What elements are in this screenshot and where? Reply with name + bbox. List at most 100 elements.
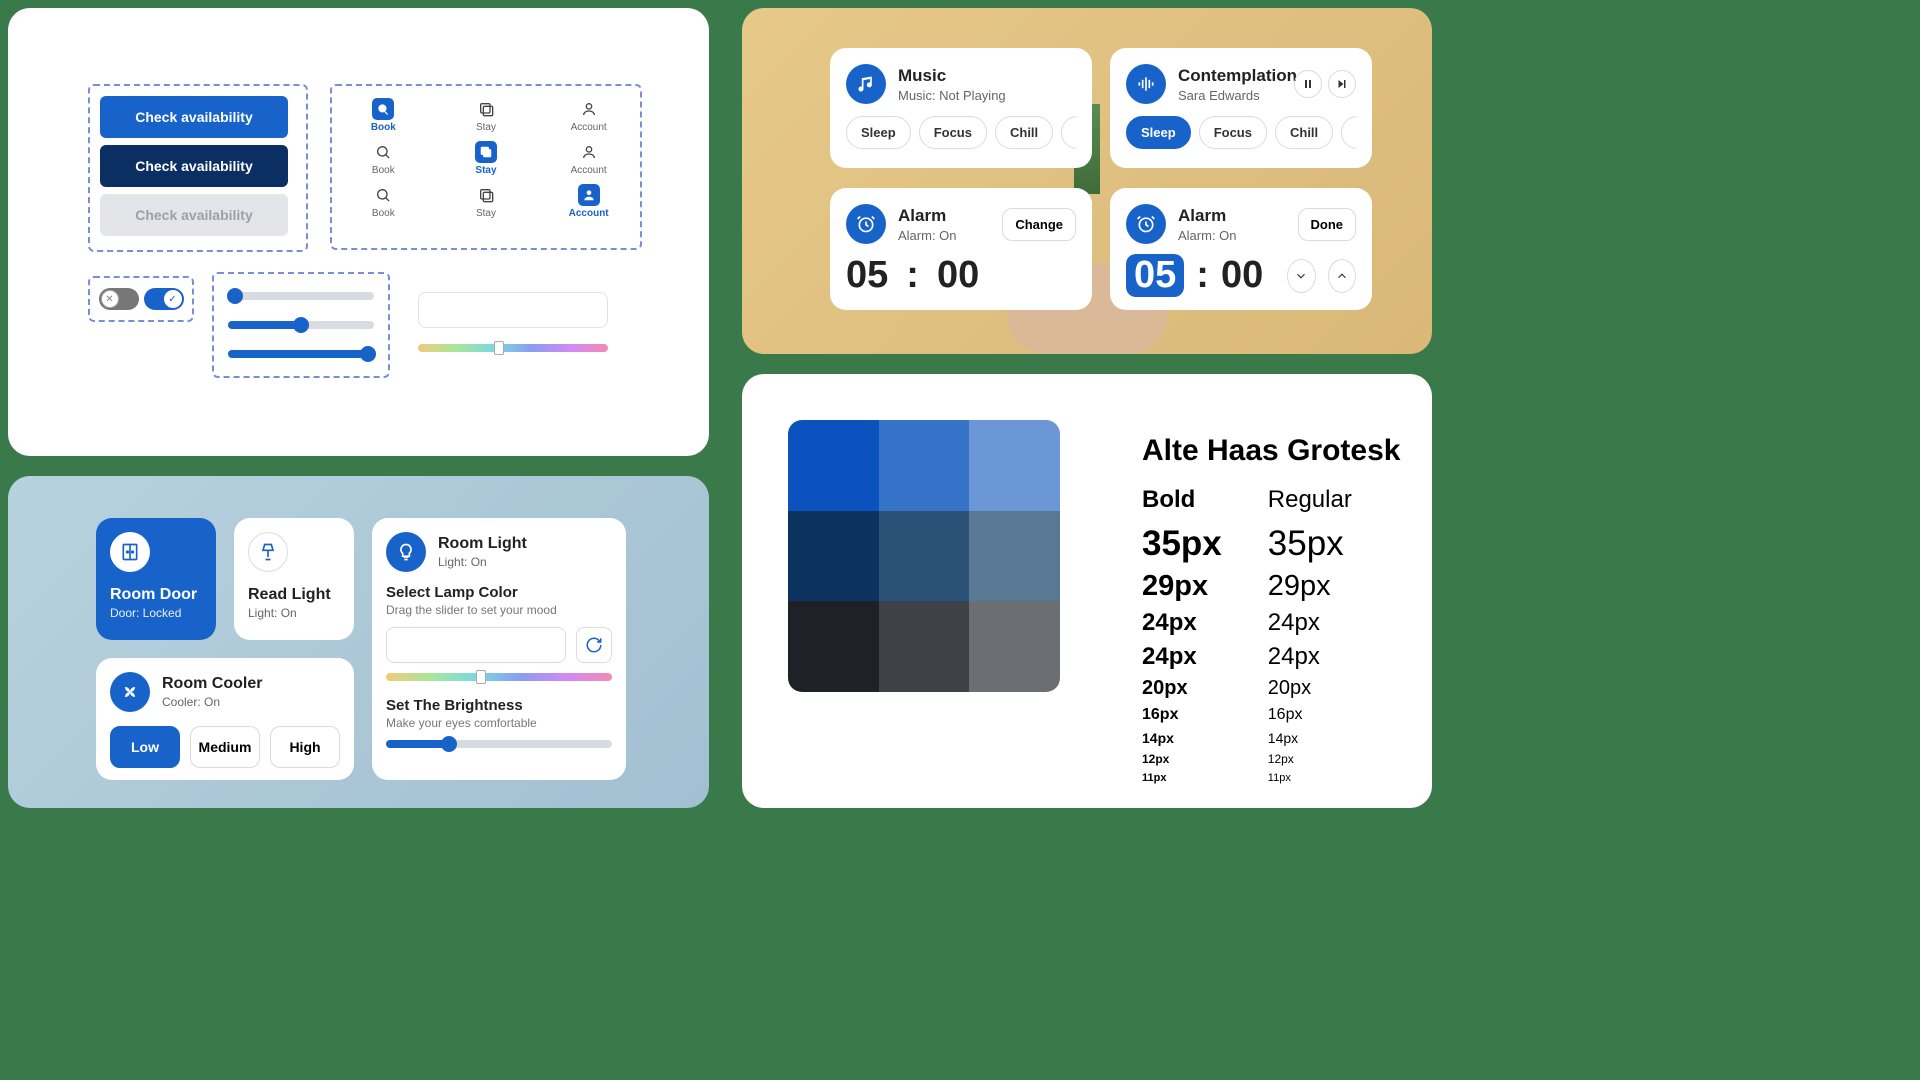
bold-label: Bold: [1142, 486, 1222, 514]
swatch: [879, 511, 970, 602]
chip-calm[interactable]: Calm: [1061, 116, 1076, 149]
chevron-down-icon[interactable]: [1287, 259, 1315, 293]
alarm-icon: [1126, 204, 1166, 244]
contemplation-card: ContemplationSara Edwards Sleep Focus Ch…: [1110, 48, 1372, 168]
time-separator: :: [906, 254, 919, 297]
door-title: Room Door: [110, 586, 202, 604]
nav-stay[interactable]: Stay: [446, 184, 526, 219]
regular-label: Regular: [1268, 486, 1352, 514]
nav-account-active[interactable]: Account: [549, 184, 629, 219]
alarm-minutes: 00: [937, 254, 979, 297]
room-controls-panel: Room Door Door: Locked Read Light Light:…: [8, 476, 709, 808]
swatch: [969, 511, 1060, 602]
brightness-slider[interactable]: [386, 740, 612, 748]
room-light-card: Room LightLight: On Select Lamp Color Dr…: [372, 518, 626, 780]
cooler-high[interactable]: High: [270, 726, 340, 768]
style-guide-panel: Alte Haas Grotesk Bold 35px 29px 24px 24…: [742, 374, 1432, 808]
close-icon: ✕: [101, 290, 119, 308]
swatch: [969, 601, 1060, 692]
alarm-status: Alarm: On: [898, 228, 957, 243]
brightness-sub: Make your eyes comfortable: [386, 716, 612, 730]
nav-account[interactable]: Account: [549, 98, 629, 133]
nav-book[interactable]: Book: [343, 141, 423, 176]
nav-stay[interactable]: Stay: [446, 98, 526, 133]
time-separator: :: [1196, 254, 1209, 297]
chip-sleep-active[interactable]: Sleep: [1126, 116, 1191, 149]
done-button[interactable]: Done: [1298, 208, 1357, 241]
read-light-card[interactable]: Read Light Light: On: [234, 518, 354, 640]
cooler-status: Cooler: On: [162, 695, 262, 709]
typography-spec: Alte Haas Grotesk Bold 35px 29px 24px 24…: [1142, 434, 1400, 790]
door-status: Door: Locked: [110, 606, 202, 620]
nav-book-active[interactable]: Book: [343, 98, 423, 133]
bottom-nav-variants: Book Stay Account Book Stay Account Book…: [330, 84, 642, 250]
next-button[interactable]: [1328, 70, 1356, 98]
slider-mid[interactable]: [228, 321, 374, 329]
room-door-card[interactable]: Room Door Door: Locked: [96, 518, 216, 640]
toggle-off[interactable]: ✕: [99, 288, 139, 310]
alarm-hours-edit[interactable]: 05: [1126, 254, 1184, 297]
read-light-title: Read Light: [248, 586, 340, 604]
room-cooler-card: Room Cooler Cooler: On Low Medium High: [96, 658, 354, 780]
nav-account[interactable]: Account: [549, 141, 629, 176]
bulb-icon: [386, 532, 426, 572]
swatch: [788, 601, 879, 692]
font-family-name: Alte Haas Grotesk: [1142, 434, 1400, 468]
lamp-color-sub: Drag the slider to set your mood: [386, 603, 612, 617]
sound-widgets-panel: Music Music: Not Playing Sleep Focus Chil…: [742, 8, 1432, 354]
door-icon: [110, 532, 150, 572]
read-light-status: Light: On: [248, 606, 340, 620]
swatch: [879, 420, 970, 511]
button-variants-group: Check availability Check availability Ch…: [88, 84, 308, 252]
hue-thumb[interactable]: [476, 670, 486, 684]
change-button[interactable]: Change: [1002, 208, 1076, 241]
alarm-status: Alarm: On: [1178, 228, 1237, 243]
music-card: Music Music: Not Playing Sleep Focus Chil…: [830, 48, 1092, 168]
hue-slider[interactable]: [418, 344, 608, 352]
music-subtitle: Music: Not Playing: [898, 88, 1006, 103]
nav-stay-active[interactable]: Stay: [446, 141, 526, 176]
chip-calm[interactable]: Calm: [1341, 116, 1356, 149]
chevron-up-icon[interactable]: [1328, 259, 1356, 293]
chip-focus[interactable]: Focus: [1199, 116, 1267, 149]
refresh-button[interactable]: [576, 627, 612, 663]
color-input[interactable]: [418, 292, 608, 328]
slider-high[interactable]: [228, 350, 374, 358]
swatch: [969, 420, 1060, 511]
hue-thumb[interactable]: [494, 341, 504, 355]
slider-low[interactable]: [228, 292, 374, 300]
swatch: [788, 511, 879, 602]
lamp-color-input[interactable]: [386, 627, 566, 663]
swatch: [879, 601, 970, 692]
check-availability-button-primary[interactable]: Check availability: [100, 96, 288, 138]
nav-book[interactable]: Book: [343, 184, 423, 219]
alarm-icon: [846, 204, 886, 244]
check-availability-button-dark[interactable]: Check availability: [100, 145, 288, 187]
pause-button[interactable]: [1294, 70, 1322, 98]
swatch: [788, 420, 879, 511]
music-title: Music: [898, 66, 1006, 86]
check-availability-button-disabled: Check availability: [100, 194, 288, 236]
chip-chill[interactable]: Chill: [1275, 116, 1333, 149]
components-panel: Check availability Check availability Ch…: [8, 8, 709, 456]
alarm-card-view: Alarm Alarm: On Change 05 : 00: [830, 188, 1092, 310]
cooler-medium[interactable]: Medium: [190, 726, 260, 768]
lamp-icon: [248, 532, 288, 572]
chip-chill[interactable]: Chill: [995, 116, 1053, 149]
alarm-hours: 05: [846, 254, 888, 297]
cooler-low[interactable]: Low: [110, 726, 180, 768]
check-icon: ✓: [164, 290, 182, 308]
toggle-on[interactable]: ✓: [144, 288, 184, 310]
fan-icon: [110, 672, 150, 712]
chip-sleep[interactable]: Sleep: [846, 116, 911, 149]
lamp-color-title: Select Lamp Color: [386, 584, 612, 601]
alarm-card-edit: AlarmAlarm: On Done 05 : 00: [1110, 188, 1372, 310]
lamp-hue-slider[interactable]: [386, 673, 612, 681]
color-picker-group: [418, 292, 613, 352]
cooler-title: Room Cooler: [162, 675, 262, 693]
alarm-title: Alarm: [898, 206, 957, 226]
alarm-minutes: 00: [1221, 254, 1263, 297]
chip-focus[interactable]: Focus: [919, 116, 987, 149]
soundwave-icon: [1126, 64, 1166, 104]
slider-variants: [212, 272, 390, 378]
